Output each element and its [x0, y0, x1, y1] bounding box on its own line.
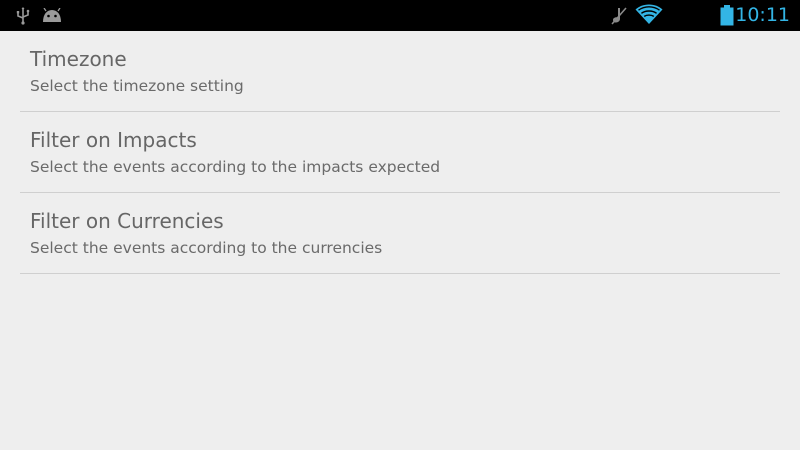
mute-icon [611, 7, 627, 25]
usb-icon [16, 7, 30, 25]
pref-summary: Select the timezone setting [30, 77, 244, 95]
battery-icon [720, 5, 734, 26]
pref-title: Timezone [30, 47, 127, 71]
pref-title: Filter on Impacts [30, 128, 197, 152]
pref-item-timezone[interactable]: Timezone Select the timezone setting [20, 31, 780, 112]
pref-summary: Select the events according to the curre… [30, 239, 383, 257]
pref-item-filter-currencies[interactable]: Filter on Currencies Select the events a… [20, 193, 780, 274]
settings-list: Timezone Select the timezone setting Fil… [20, 31, 780, 274]
pref-summary: Select the events according to the impac… [30, 158, 441, 176]
pref-item-filter-impacts[interactable]: Filter on Impacts Select the events acco… [20, 112, 780, 193]
pref-title: Filter on Currencies [30, 209, 224, 233]
status-bar: 10:11 [0, 0, 800, 31]
wifi-icon [635, 4, 663, 24]
status-clock: 10:11 [735, 4, 790, 26]
android-debug-icon [43, 8, 61, 22]
